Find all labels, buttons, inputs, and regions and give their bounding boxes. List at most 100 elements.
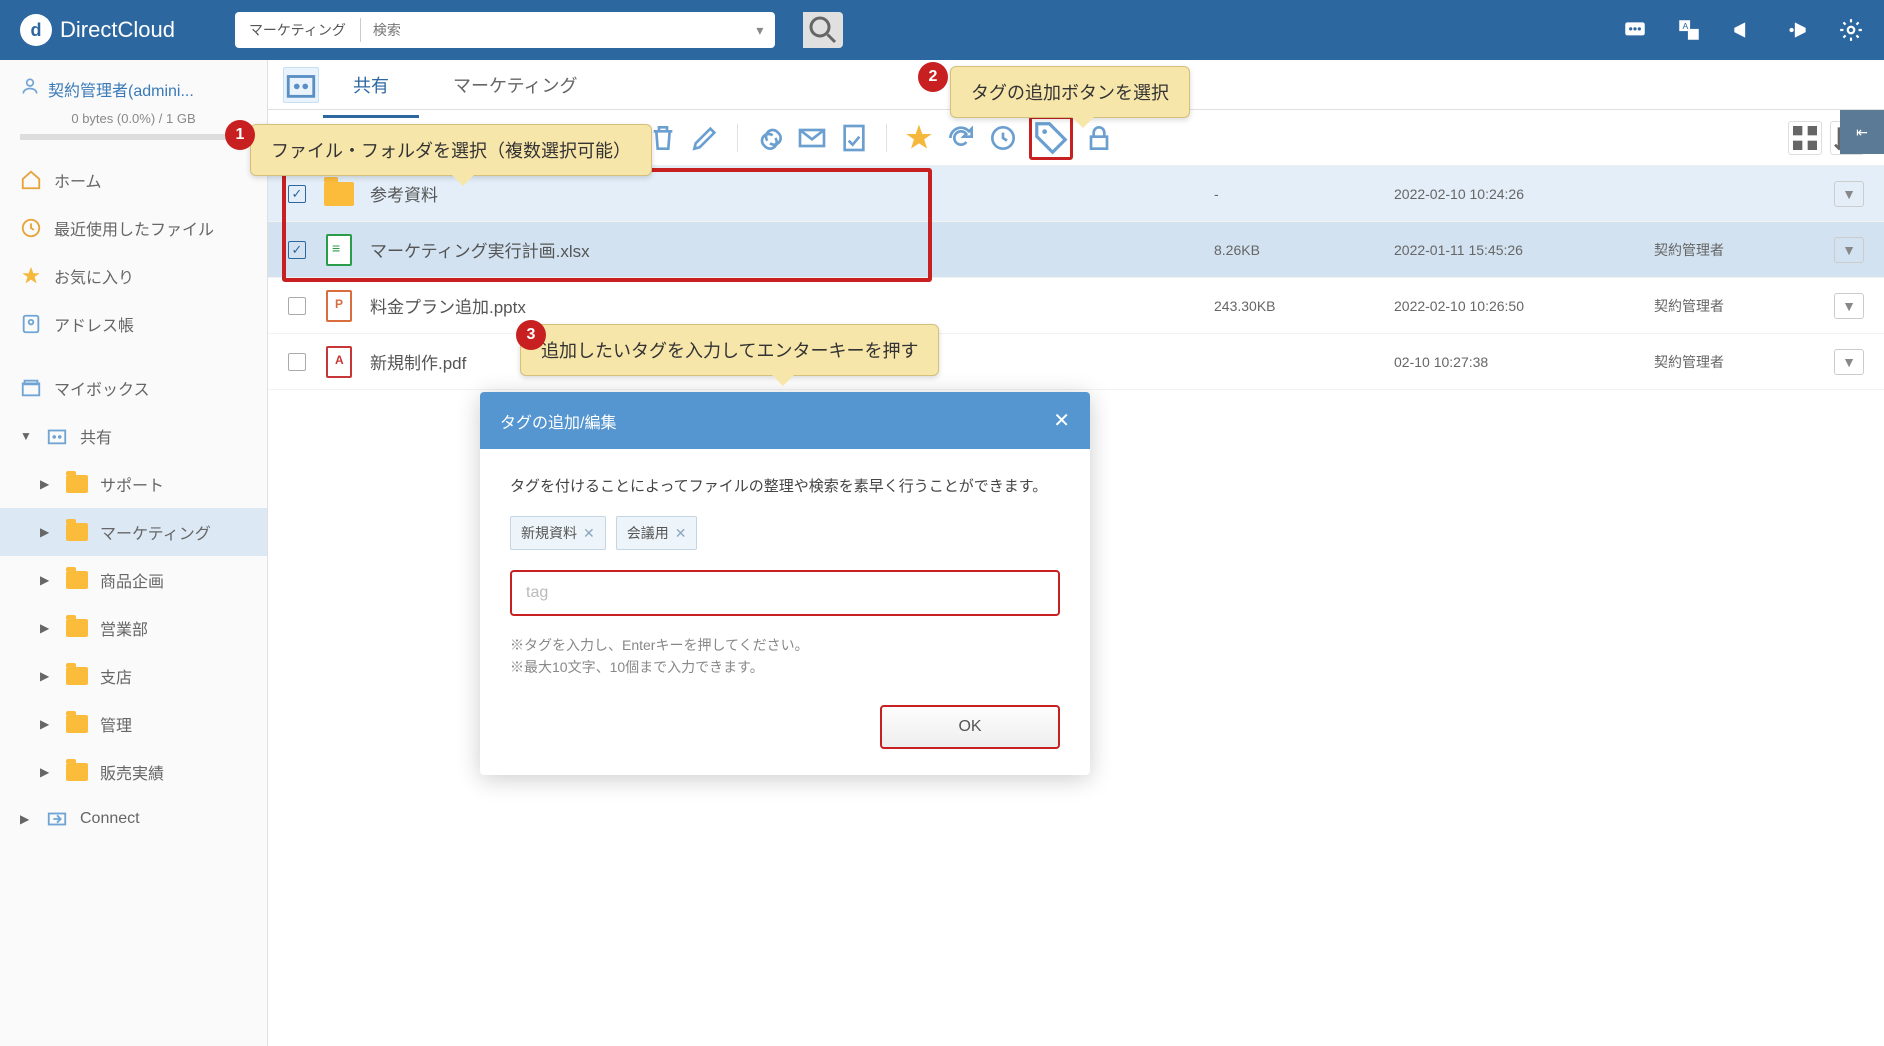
- file-date: 02-10 10:27:38: [1394, 354, 1654, 370]
- nav-folder-branch[interactable]: ▶ 支店: [0, 652, 267, 700]
- settings-icon[interactable]: [1838, 17, 1864, 43]
- tag-input[interactable]: [510, 570, 1060, 616]
- folder-label: 管理: [100, 712, 132, 736]
- star-icon: [20, 265, 42, 287]
- edit-icon[interactable]: [689, 122, 721, 154]
- tab-icon[interactable]: [283, 67, 319, 103]
- pptx-icon: [324, 291, 354, 321]
- logo-icon: d: [20, 14, 52, 46]
- nav-folder-marketing[interactable]: ▶ マーケティング: [0, 508, 267, 556]
- file-size: 8.26KB: [1214, 242, 1394, 258]
- chat-icon[interactable]: [1622, 17, 1648, 43]
- grid-view-button[interactable]: [1788, 121, 1822, 155]
- translate-icon[interactable]: A: [1676, 17, 1702, 43]
- file-row[interactable]: 料金プラン追加.pptx 243.30KB 2022-02-10 10:26:5…: [268, 278, 1884, 334]
- pdf-icon: [324, 347, 354, 377]
- caret-down-icon: ▼: [20, 429, 34, 443]
- link-icon[interactable]: [754, 122, 786, 154]
- tag-chip[interactable]: 会議用✕: [616, 516, 698, 550]
- search-input[interactable]: [361, 22, 745, 38]
- nav-recent[interactable]: 最近使用したファイル: [0, 204, 267, 252]
- brand-logo: d DirectCloud: [20, 14, 175, 46]
- file-row[interactable]: ✓ マーケティング実行計画.xlsx 8.26KB 2022-01-11 15:…: [268, 222, 1884, 278]
- box-icon: [20, 377, 42, 399]
- modal-header: タグの追加/編集 ✕: [480, 392, 1090, 449]
- tab-breadcrumb[interactable]: マーケティング: [423, 64, 608, 106]
- modal-close-button[interactable]: ✕: [1053, 408, 1070, 433]
- brand-text: DirectCloud: [60, 17, 175, 43]
- tab-shared[interactable]: 共有: [323, 64, 419, 106]
- folder-icon: [66, 619, 88, 637]
- nav-folder-sales[interactable]: ▶ 営業部: [0, 604, 267, 652]
- file-date: 2022-02-10 10:26:50: [1394, 298, 1654, 314]
- caret-right-icon: ▶: [40, 525, 54, 539]
- connect-icon: [46, 808, 68, 830]
- file-name: 参考資料: [370, 181, 1214, 206]
- mail-icon[interactable]: [796, 122, 828, 154]
- row-checkbox[interactable]: [288, 353, 306, 371]
- storage-info: 0 bytes (0.0%) / 1 GB: [20, 111, 247, 126]
- callout-2: タグの追加ボタンを選択: [950, 66, 1190, 118]
- remove-tag-icon[interactable]: ✕: [675, 525, 687, 542]
- row-menu-button[interactable]: ▼: [1834, 181, 1864, 207]
- collapse-panel-button[interactable]: ⇤: [1840, 110, 1884, 154]
- callout-badge-1: 1: [225, 120, 255, 150]
- file-row[interactable]: 新規制作.pdf 02-10 10:27:38 契約管理者 ▼: [268, 334, 1884, 390]
- row-checkbox[interactable]: ✓: [288, 185, 306, 203]
- caret-right-icon: ▶: [20, 812, 34, 826]
- tag-modal: タグの追加/編集 ✕ タグを付けることによってファイルの整理や検索を素早く行うこ…: [480, 392, 1090, 775]
- addressbook-icon: [20, 313, 42, 335]
- search-scope[interactable]: マーケティング: [235, 18, 361, 42]
- folder-icon: [66, 523, 88, 541]
- folder-label: 支店: [100, 664, 132, 688]
- ok-button[interactable]: OK: [880, 705, 1060, 749]
- nav-favorites-label: お気に入り: [54, 264, 134, 288]
- tag-chip[interactable]: 新規資料✕: [510, 516, 606, 550]
- nav-folder-salesrec[interactable]: ▶ 販売実績: [0, 748, 267, 796]
- history-icon[interactable]: [987, 122, 1019, 154]
- caret-right-icon: ▶: [40, 573, 54, 587]
- row-checkbox[interactable]: [288, 297, 306, 315]
- folder-label: サポート: [100, 472, 164, 496]
- file-date: 2022-01-11 15:45:26: [1394, 242, 1654, 258]
- user-name[interactable]: 契約管理者(admini...: [20, 76, 247, 101]
- nav-mybox[interactable]: マイボックス: [0, 364, 267, 412]
- star-button[interactable]: [903, 122, 935, 154]
- row-menu-button[interactable]: ▼: [1834, 349, 1864, 375]
- caret-right-icon: ▶: [40, 477, 54, 491]
- tag-button[interactable]: [1029, 116, 1073, 160]
- folder-icon: [66, 667, 88, 685]
- file-name: マーケティング実行計画.xlsx: [370, 237, 1214, 262]
- folder-icon: [66, 475, 88, 493]
- refresh-icon[interactable]: [945, 122, 977, 154]
- row-checkbox[interactable]: ✓: [288, 241, 306, 259]
- file-date: 2022-02-10 10:24:26: [1394, 186, 1654, 202]
- announce-icon[interactable]: [1730, 17, 1756, 43]
- nav-folder-support[interactable]: ▶ サポート: [0, 460, 267, 508]
- file-list: ✓ 参考資料 - 2022-02-10 10:24:26 ▼ ✓ マーケティング…: [268, 166, 1884, 390]
- home-icon: [20, 169, 42, 191]
- notify-icon[interactable]: [1784, 17, 1810, 43]
- header-actions: A: [1622, 17, 1864, 43]
- nav-connect[interactable]: ▶ Connect: [0, 796, 267, 842]
- nav-list: ホーム 最近使用したファイル お気に入り アドレス帳 マイボックス: [0, 148, 267, 850]
- row-menu-button[interactable]: ▼: [1834, 293, 1864, 319]
- nav-addressbook[interactable]: アドレス帳: [0, 300, 267, 348]
- folder-label: 営業部: [100, 616, 148, 640]
- remove-tag-icon[interactable]: ✕: [583, 525, 595, 542]
- modal-title: タグの追加/編集: [500, 409, 616, 433]
- file-owner: 契約管理者: [1654, 296, 1834, 316]
- folder-icon: [66, 763, 88, 781]
- search-button[interactable]: [803, 12, 843, 48]
- caret-right-icon: ▶: [40, 621, 54, 635]
- nav-folder-admin[interactable]: ▶ 管理: [0, 700, 267, 748]
- row-menu-button[interactable]: ▼: [1834, 237, 1864, 263]
- nav-shared[interactable]: ▼ 共有: [0, 412, 267, 460]
- nav-folder-product[interactable]: ▶ 商品企画: [0, 556, 267, 604]
- shared-icon: [46, 425, 68, 447]
- request-icon[interactable]: [838, 122, 870, 154]
- search-dropdown-icon[interactable]: ▾: [745, 22, 775, 39]
- nav-addressbook-label: アドレス帳: [54, 312, 134, 336]
- nav-favorites[interactable]: お気に入り: [0, 252, 267, 300]
- nav-home[interactable]: ホーム: [0, 156, 267, 204]
